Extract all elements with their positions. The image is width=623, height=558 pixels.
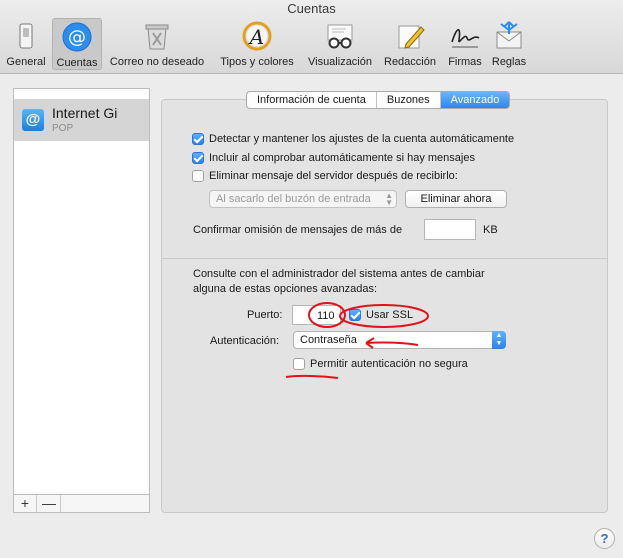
switch-icon (10, 20, 42, 52)
auth-label: Autenticación: (210, 335, 280, 347)
toolbar-junk-label: Correo no deseado (109, 56, 205, 68)
select-stepper-icon: ▲ ▼ (492, 331, 506, 349)
toolbar-view-label: Visualización (307, 56, 372, 68)
svg-text:@: @ (68, 27, 86, 48)
trash-icon (141, 20, 173, 52)
toolbar-view[interactable]: Visualización (303, 18, 377, 70)
signature-icon (449, 20, 481, 52)
auth-value: Contraseña (300, 334, 357, 346)
toolbar-compose-label: Redacción (384, 56, 436, 68)
confirm-size-unit: KB (483, 224, 498, 236)
add-account-button[interactable]: + (14, 495, 37, 512)
rules-icon (493, 20, 525, 52)
port-label: Puerto: (247, 309, 283, 321)
pencil-icon (394, 20, 426, 52)
delete-now-button[interactable]: Eliminar ahora (405, 190, 507, 208)
account-name: Internet Gi (52, 105, 118, 121)
port-field[interactable]: 110 (292, 305, 341, 325)
toolbar-fonts-label: Tipos y colores (220, 56, 294, 68)
toolbar-fonts[interactable]: A Tipos y colores (213, 18, 301, 70)
delete-from-server-label: Eliminar mensaje del servidor después de… (209, 170, 458, 182)
toolbar-compose[interactable]: Redacción (379, 18, 441, 70)
at-icon: @ (61, 21, 93, 53)
tab-advanced[interactable]: Avanzado (440, 92, 510, 108)
port-value: 110 (317, 310, 335, 322)
toolbar-general[interactable]: General (3, 18, 49, 70)
detect-settings-label: Detectar y mantener los ajustes de la cu… (209, 133, 515, 145)
toolbar-signatures[interactable]: Firmas (444, 18, 486, 70)
account-tabs: Información de cuenta Buzones Avanzado (246, 91, 511, 109)
delete-when-select: Al sacarlo del buzón de entrada ▲ ▼ (209, 190, 397, 208)
toolbar-general-label: General (6, 56, 46, 68)
admin-note-line2: alguna de estas opciones avanzadas: (193, 283, 378, 295)
include-check-checkbox[interactable] (192, 152, 204, 164)
section-divider (162, 258, 607, 259)
allow-insecure-auth-checkbox[interactable] (293, 358, 305, 370)
toolbar-rules[interactable]: Reglas (488, 18, 530, 70)
tab-mailboxes[interactable]: Buzones (377, 92, 441, 108)
auth-select[interactable]: Contraseña ▲ ▼ (293, 331, 506, 349)
select-arrows-icon: ▲ ▼ (385, 191, 393, 207)
toolbar-signatures-label: Firmas (448, 56, 482, 68)
admin-note-line1: Consulte con el administrador del sistem… (193, 268, 485, 280)
toolbar-cuentas-label: Cuentas (56, 57, 98, 69)
font-icon: A (241, 20, 273, 52)
use-ssl-label: Usar SSL (366, 309, 414, 321)
glasses-icon (324, 20, 356, 52)
help-button[interactable]: ? (594, 528, 615, 549)
delete-when-value: Al sacarlo del buzón de entrada (216, 193, 371, 205)
use-ssl-checkbox[interactable] (349, 309, 361, 321)
window-toolbar: Cuentas General @ Cuentas Correo no dese… (0, 0, 623, 74)
account-row[interactable]: @ Internet Gi POP (14, 99, 149, 141)
include-check-label: Incluir al comprobar automáticamente si … (209, 152, 475, 164)
account-at-icon: @ (22, 109, 44, 131)
accounts-list[interactable]: @ Internet Gi POP (13, 88, 150, 513)
detect-settings-checkbox[interactable] (192, 133, 204, 145)
toolbar-junk[interactable]: Correo no deseado (104, 18, 210, 70)
confirm-size-label: Confirmar omisión de mensajes de más de (193, 224, 403, 236)
toolbar-rules-label: Reglas (491, 56, 527, 68)
confirm-size-input[interactable] (424, 219, 476, 240)
delete-from-server-checkbox[interactable] (192, 170, 204, 182)
tab-account-info[interactable]: Información de cuenta (247, 92, 377, 108)
svg-text:A: A (248, 25, 264, 49)
allow-insecure-auth-label: Permitir autenticación no segura (310, 358, 468, 370)
account-type: POP (52, 123, 74, 134)
window-title: Cuentas (287, 1, 336, 16)
remove-account-button[interactable]: — (38, 495, 61, 512)
toolbar-cuentas[interactable]: @ Cuentas (52, 18, 102, 70)
accounts-list-footer: + — (13, 494, 150, 513)
